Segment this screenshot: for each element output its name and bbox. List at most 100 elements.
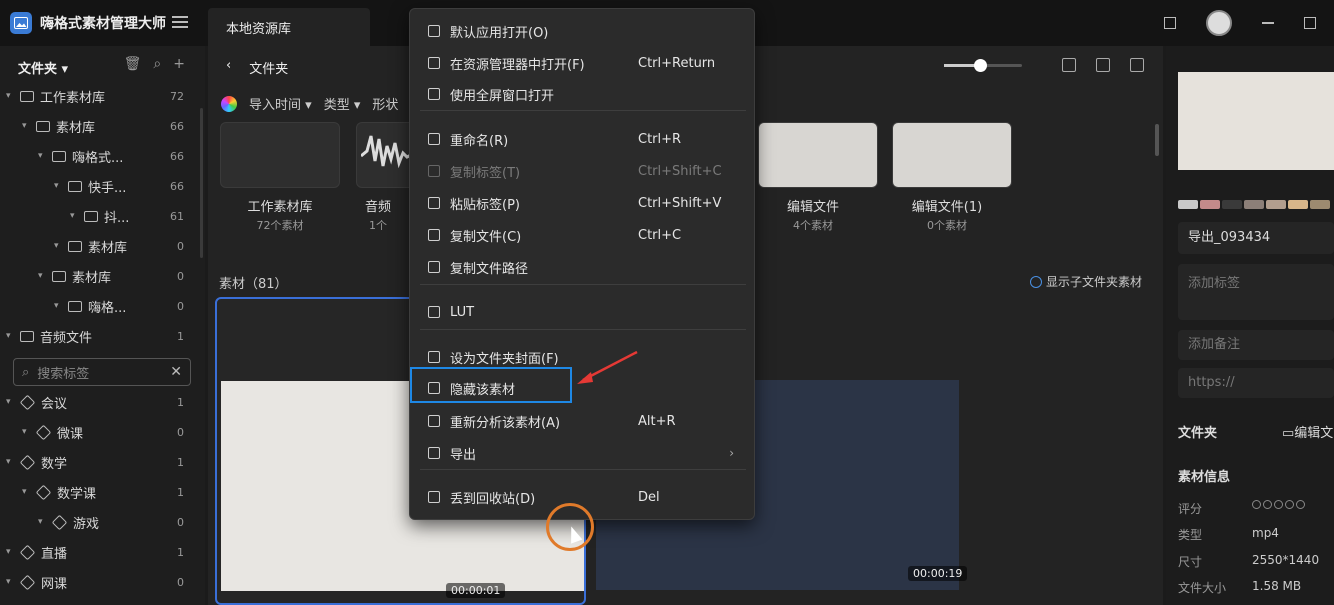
context-menu-item[interactable]: 粘贴标签(P) Ctrl+Shift+V [410,188,756,218]
panel-toggle-icon[interactable] [1164,17,1176,29]
filter-shape[interactable]: 形状 [372,94,398,113]
sidebar-folder-item[interactable]: ▾ 抖... 61 [0,202,200,230]
sidebar-folder-item[interactable]: ▾ 素材库 0 [0,232,200,260]
chevron-down-icon[interactable]: ▾ [54,181,64,191]
filter-type[interactable]: 类型 ▾ [324,94,361,113]
sidebar-tag-item[interactable]: ▾ 会议 1 [0,388,200,416]
zoom-slider[interactable] [944,59,1022,72]
sidebar-item-count: 1 [177,395,184,409]
sidebar-folder-item[interactable]: ▾ 工作素材库 72 [0,82,200,110]
chevron-down-icon[interactable]: ▾ [6,577,16,587]
chevron-down-icon[interactable]: ▾ [6,331,16,341]
menu-item-label: 粘贴标签(P) [450,197,520,213]
show-subfolder-toggle[interactable]: 显示子文件夹素材 [1030,273,1142,290]
monitor-icon[interactable] [1096,58,1110,72]
color-swatch[interactable] [1266,200,1286,209]
grid-view-icon[interactable] [1130,58,1144,72]
sort-icon[interactable] [1062,58,1076,72]
chevron-down-icon[interactable]: ▾ [54,301,64,311]
main-scrollbar[interactable] [1155,124,1159,156]
context-menu-item[interactable]: 默认应用打开(O) [410,16,756,46]
context-menu-item[interactable]: 使用全屏窗口打开 [410,79,756,109]
chevron-down-icon[interactable]: ▾ [22,427,32,437]
chevron-down-icon[interactable]: ▾ [6,457,16,467]
minimize-icon[interactable] [1262,22,1274,24]
context-menu: 默认应用打开(O) 在资源管理器中打开(F) Ctrl+Return 使用全屏窗口打开… [409,8,755,520]
add-icon[interactable]: + [173,56,185,72]
folder-icon [52,270,66,282]
menu-item-shortcut: Ctrl+Shift+C [638,163,722,179]
app-logo-icon [10,12,32,34]
chevron-down-icon[interactable]: ▾ [70,211,80,221]
color-swatch[interactable] [1244,200,1264,209]
sidebar-folder-item[interactable]: ▾ 快手... 66 [0,172,200,200]
tab-local-library[interactable]: 本地资源库 [208,8,370,46]
tag-field[interactable]: 添加标签 [1178,264,1334,320]
info-value: 2550*1440 [1252,553,1320,567]
sidebar-tag-item[interactable]: ▾ 游戏 0 [0,508,200,536]
folder-value[interactable]: ▭编辑文 [1282,422,1333,441]
zoom-slider-knob[interactable] [974,59,987,72]
sidebar-folder-item[interactable]: ▾ 嗨格式... 66 [0,142,200,170]
chevron-down-icon[interactable]: ▾ [6,91,16,101]
sidebar-folder-item[interactable]: ▾ 素材库 0 [0,262,200,290]
chevron-down-icon[interactable]: ▾ [6,547,16,557]
color-swatch[interactable] [1310,200,1330,209]
color-filter-icon[interactable] [221,95,237,112]
search-tags-input[interactable]: ⌕ 搜索标签 ✕ [13,358,191,386]
chevron-down-icon[interactable]: ▾ [38,151,48,161]
color-swatch[interactable] [1178,200,1198,209]
sidebar-tag-item[interactable]: ▾ 直播 1 [0,538,200,566]
filter-import-time[interactable]: 导入时间 ▾ [249,94,312,113]
filename-field[interactable]: 导出_093434 [1178,222,1334,254]
menu-item-label: 设为文件夹封面(F) [450,351,559,367]
trash-icon[interactable]: 🗑 [124,56,142,72]
url-field[interactable]: https:// [1178,368,1334,398]
open-app-icon [428,25,440,37]
sidebar-tag-item[interactable]: ▾ 数学 1 [0,448,200,476]
note-field[interactable]: 添加备注 [1178,330,1334,360]
sidebar-tag-item[interactable]: ▾ 微课 0 [0,418,200,446]
sidebar-item-count: 1 [177,485,184,499]
sidebar-folder-item[interactable]: ▾ 素材库 66 [0,112,200,140]
sidebar-folder-item[interactable]: ▾ 嗨格... 0 [0,292,200,320]
context-menu-item[interactable]: 导出 › [410,438,756,468]
rating-stars[interactable] [1252,500,1305,517]
folder-card[interactable] [758,122,878,188]
sidebar-tag-item[interactable]: ▾ 网课 0 [0,568,200,596]
context-menu-item[interactable]: 重新分析该素材(A) Alt+R [410,406,756,436]
chevron-down-icon[interactable]: ▾ [22,121,32,131]
chevron-down-icon[interactable]: ▾ [38,517,48,527]
context-menu-item[interactable]: 复制文件(C) Ctrl+C [410,220,756,250]
context-menu-item[interactable]: 复制标签(T) Ctrl+Shift+C [410,156,756,186]
sidebar-item-label: 抖... [104,210,130,226]
info-row: 类型 mp4 [1178,526,1334,543]
avatar[interactable] [1206,10,1232,36]
chevron-down-icon[interactable]: ▾ [54,241,64,251]
context-menu-item[interactable]: 重命名(R) Ctrl+R [410,124,756,154]
chevron-down-icon[interactable]: ▾ [22,487,32,497]
color-swatch[interactable] [1288,200,1308,209]
clear-icon[interactable]: ✕ [170,364,182,380]
search-icon[interactable]: ⌕ [153,56,161,72]
sidebar-scrollbar[interactable] [200,108,203,258]
sidebar: 文件夹 ▾ 🗑 ⌕ + ▾ 工作素材库 72 ▾ 素材库 66 ▾ 嗨格式... 66 ▾ 快手..… [0,46,205,605]
chevron-down-icon[interactable]: ▾ [6,397,16,407]
sidebar-item-label: 微课 [57,426,84,442]
context-menu-item[interactable]: 在资源管理器中打开(F) Ctrl+Return [410,48,756,78]
folder-card[interactable] [220,122,340,188]
context-menu-item[interactable]: 复制文件路径 [410,252,756,282]
sidebar-item-label: 工作素材库 [40,90,106,106]
folder-card[interactable] [892,122,1012,188]
hamburger-menu-icon[interactable] [172,14,188,30]
sidebar-tag-item[interactable]: ▾ 数学课 1 [0,478,200,506]
context-menu-item[interactable]: LUT [410,297,756,327]
color-swatch[interactable] [1200,200,1220,209]
back-button[interactable]: ‹ [226,58,231,77]
chevron-down-icon[interactable]: ▾ [38,271,48,281]
sidebar-folder-item[interactable]: ▾ 音频文件 1 [0,322,200,350]
color-swatch[interactable] [1222,200,1242,209]
maximize-icon[interactable] [1304,17,1316,29]
folder-icon [20,90,34,102]
sidebar-header[interactable]: 文件夹 ▾ [18,58,68,77]
